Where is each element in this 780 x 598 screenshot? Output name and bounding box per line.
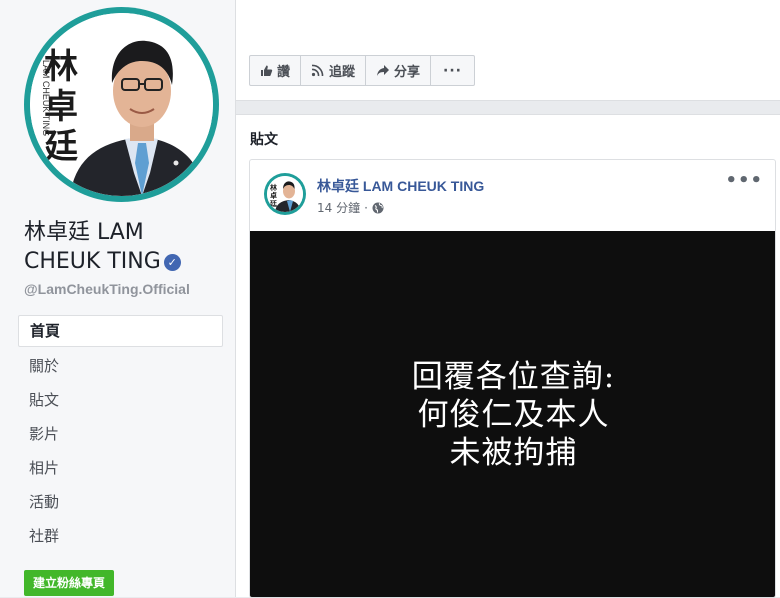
- page-nav: 首頁 關於 貼文 影片 相片 活動 社群: [18, 315, 223, 553]
- posts-section-title: 貼文: [250, 132, 278, 148]
- nav-item-videos[interactable]: 影片: [18, 417, 223, 451]
- svg-text:林: 林: [270, 183, 278, 192]
- media-text-line-3: 未被拘捕: [449, 435, 578, 471]
- post-avatar-portrait: 林 卓 廷: [267, 176, 303, 212]
- svg-text:廷: 廷: [269, 199, 278, 208]
- post-card: 林 卓 廷 林卓廷 LAM CHEUK TING 14 分鐘 · ••• 回覆各…: [249, 159, 776, 598]
- nav-item-home[interactable]: 首頁: [18, 315, 223, 347]
- nav-item-events[interactable]: 活動: [18, 485, 223, 519]
- page-handle[interactable]: @LamCheukTing.Official: [24, 281, 190, 297]
- post-meta: 14 分鐘 ·: [317, 199, 384, 216]
- verified-check-icon: ✓: [163, 254, 181, 271]
- share-button[interactable]: 分享: [366, 56, 432, 85]
- like-button[interactable]: 讚: [250, 56, 302, 85]
- share-arrow-icon: [377, 65, 390, 76]
- globe-icon[interactable]: [372, 202, 384, 214]
- nav-item-community[interactable]: 社群: [18, 519, 223, 553]
- post-media-image[interactable]: 回覆各位查詢: 何俊仁及本人 未被拘捕: [250, 231, 775, 597]
- more-actions-button[interactable]: ···: [431, 56, 474, 85]
- posts-section: 貼文 林 卓 廷 林卓廷 LAM CHEUK TING 14 分鐘 · ••• …: [236, 114, 780, 598]
- create-page-button[interactable]: 建立粉絲專頁: [24, 570, 115, 596]
- meta-separator: ·: [364, 200, 368, 215]
- nav-item-about[interactable]: 關於: [18, 349, 223, 383]
- post-author-photo: 林 卓 廷: [267, 176, 303, 212]
- left-sidebar: 林 卓 廷 LAM CHEUK TING 林卓廷 LAM CHEUK TING ✓…: [0, 0, 236, 597]
- post-author-name[interactable]: 林卓廷 LAM CHEUK TING: [317, 176, 484, 196]
- page-name-line-1: 林卓廷 LAM: [24, 220, 144, 245]
- media-text-line-2: 何俊仁及本人: [417, 397, 610, 433]
- nav-item-photos[interactable]: 相片: [18, 451, 223, 485]
- rss-follow-icon: [311, 64, 324, 77]
- svg-text:卓: 卓: [270, 191, 277, 200]
- follow-button[interactable]: 追蹤: [301, 56, 367, 85]
- thumbs-up-icon: [261, 65, 273, 76]
- more-actions-icon: ···: [443, 62, 463, 79]
- profile-photo: 林 卓 廷 LAM CHEUK TING: [30, 13, 213, 196]
- post-timestamp[interactable]: 14 分鐘: [317, 199, 360, 216]
- share-label: 分享: [394, 65, 421, 80]
- media-text-line-1: 回覆各位查詢:: [411, 359, 616, 395]
- post-options-button[interactable]: •••: [725, 172, 763, 190]
- follow-label: 追蹤: [329, 65, 356, 80]
- page-actions-card: 讚 追蹤 分享 ···: [236, 0, 780, 101]
- avatar-subtext: LAM CHEUK TING: [41, 59, 52, 137]
- like-label: 讚: [277, 65, 291, 80]
- page-name[interactable]: 林卓廷 LAM CHEUK TING ✓: [24, 218, 234, 276]
- profile-picture[interactable]: 林 卓 廷 LAM CHEUK TING: [24, 7, 219, 202]
- nav-item-posts[interactable]: 貼文: [18, 383, 223, 417]
- post-author-avatar[interactable]: 林 卓 廷: [264, 173, 306, 215]
- page-actions-bar: 讚 追蹤 分享 ···: [249, 55, 476, 86]
- page-name-line-2: CHEUK TING: [24, 249, 161, 274]
- page-name-line-2-wrap: CHEUK TING ✓: [24, 247, 234, 276]
